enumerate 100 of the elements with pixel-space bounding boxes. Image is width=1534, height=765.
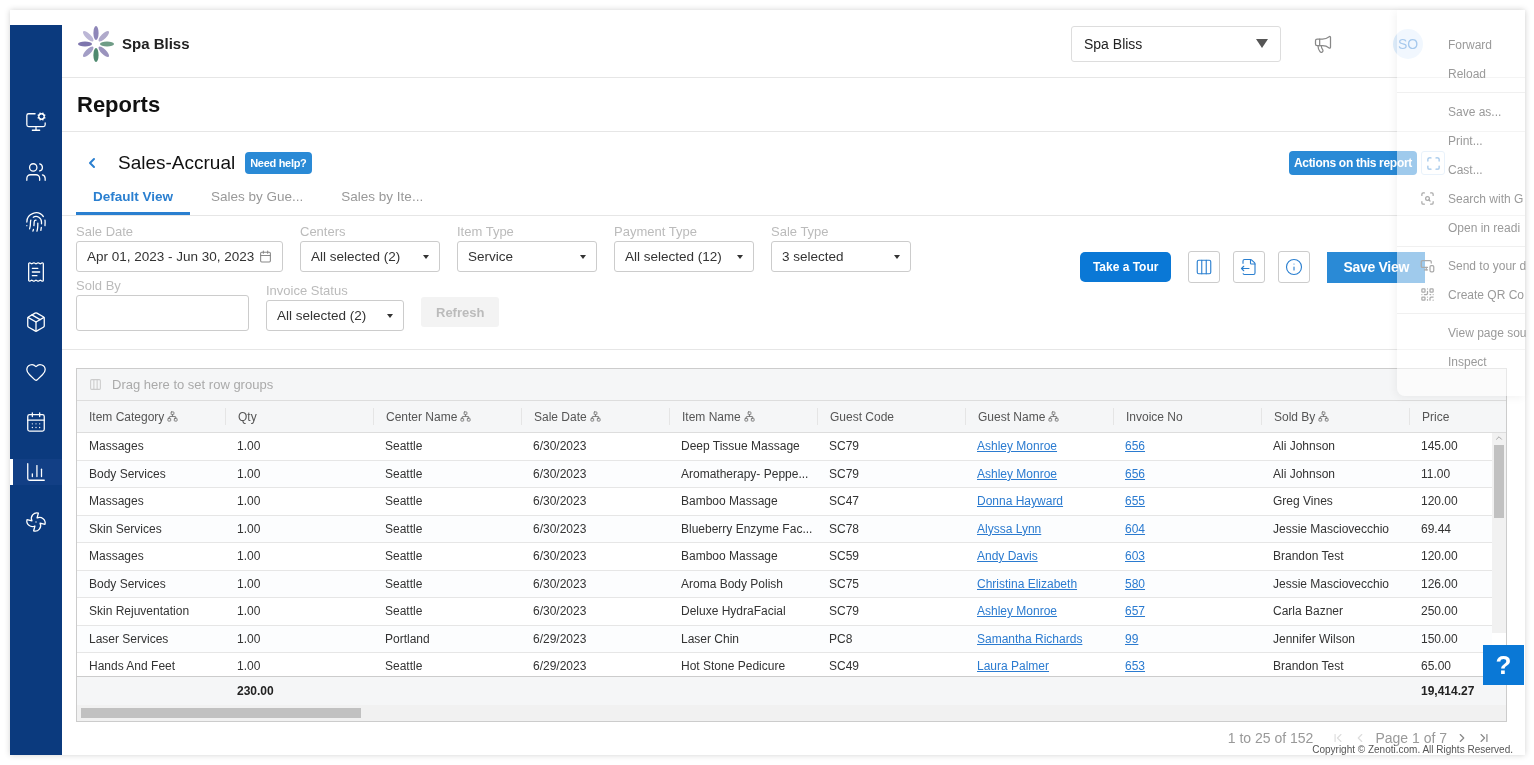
caret-icon (1256, 39, 1268, 48)
chart-nav-item[interactable] (10, 459, 62, 485)
table-link[interactable]: Ashley Monroe (977, 604, 1058, 619)
column-header[interactable]: Item Name (669, 408, 817, 425)
column-header[interactable]: Center Name (373, 408, 521, 425)
table-cell-text: Laser Services (88, 630, 170, 648)
table-link[interactable]: Laura Palmer (977, 659, 1050, 674)
devices-icon (1420, 258, 1435, 273)
help-button[interactable]: Need help? (245, 152, 312, 174)
help-button[interactable]: ? (1483, 645, 1524, 685)
table-cell-text: 6/29/2023 (532, 658, 588, 676)
table-cell-text: SC59 (828, 548, 861, 566)
info-button[interactable] (1278, 251, 1311, 283)
table-link[interactable]: 604 (1125, 521, 1146, 536)
center-select[interactable]: Spa Bliss (1071, 25, 1281, 62)
tour-button[interactable]: Take a Tour (1079, 252, 1172, 282)
table-link[interactable]: 99 (1125, 631, 1139, 646)
date-range-field[interactable]: Apr 01, 2023 - Jun 30, 2023 (76, 241, 283, 272)
table-cell-text: 1.00 (236, 548, 262, 566)
filter-label: Sale Date (76, 224, 135, 239)
table-cell-text: 120.00 (1420, 548, 1459, 566)
table-link[interactable]: Alyssa Lynn (977, 521, 1042, 536)
table-link[interactable]: 653 (1125, 659, 1146, 674)
horizontal-scrollbar[interactable] (77, 705, 1506, 721)
table-cell-text: Seattle (384, 465, 424, 483)
table-cell-text: Seattle (384, 520, 424, 538)
table-cell-text: Laser Chin (680, 630, 741, 648)
page-title: Reports (77, 91, 161, 118)
table-link[interactable]: 656 (1125, 466, 1146, 481)
menu-item[interactable]: Reload (1448, 66, 1487, 81)
table-cell-text: 6/30/2023 (532, 493, 588, 511)
menu-item[interactable]: Create QR Co (1448, 287, 1525, 302)
view-tab[interactable]: Sales by Ite... (324, 180, 441, 215)
table-cell-text: 6/30/2023 (532, 465, 588, 483)
menu-item[interactable]: View page sou (1448, 325, 1527, 340)
vertical-scrollbar[interactable] (1492, 433, 1506, 633)
columns-button[interactable] (1188, 251, 1221, 283)
column-header[interactable]: Guest Name (965, 408, 1113, 425)
caret-icon (894, 254, 900, 259)
menu-item[interactable]: Print... (1448, 133, 1483, 148)
table-link[interactable]: Ashley Monroe (977, 466, 1058, 481)
table-cell-text: Ali Johnson (1272, 438, 1337, 456)
view-tab[interactable]: Default View (76, 180, 191, 215)
menu-item[interactable]: Save as... (1448, 104, 1502, 119)
column-header[interactable]: Invoice No (1113, 408, 1261, 425)
caret-icon (423, 254, 429, 259)
filter-select[interactable]: Service (457, 241, 597, 272)
menu-item[interactable]: Inspect (1448, 354, 1487, 369)
table-cell-text: Jessie Masciovecchio (1272, 575, 1391, 593)
save-view-button[interactable]: Save View (1327, 251, 1425, 283)
column-header[interactable]: Sale Date (521, 408, 669, 425)
menu-item[interactable]: Forward (1448, 37, 1492, 52)
brand-name: Spa Bliss (122, 35, 190, 52)
view-tab[interactable]: Sales by Gue... (194, 180, 321, 215)
table-cell-text: Hands And Feet (88, 658, 177, 676)
table-cell-text: 6/29/2023 (532, 630, 588, 648)
column-header[interactable]: Guest Code (817, 408, 965, 425)
table-link[interactable]: Samantha Richards (977, 631, 1083, 646)
menu-item[interactable]: Cast... (1448, 162, 1483, 177)
table-link[interactable]: Donna Hayward (977, 494, 1064, 509)
table-cell-text: Seattle (384, 493, 424, 511)
filter-label: Sale Type (771, 224, 830, 239)
table-cell-text: Hot Stone Pedicure (680, 658, 787, 676)
table-link[interactable]: Ashley Monroe (977, 439, 1058, 454)
megaphone-icon[interactable] (1313, 33, 1333, 54)
last-page-icon[interactable] (1477, 731, 1491, 745)
column-header[interactable]: Sold By (1261, 408, 1409, 425)
table-cell-text: Seattle (384, 575, 424, 593)
menu-item[interactable]: Send to your d (1448, 258, 1527, 273)
filter-select[interactable]: All selected (2) (266, 300, 404, 331)
table-cell-text: Aromatherapy- Peppe... (680, 465, 810, 483)
menu-item[interactable]: Open in readi (1448, 220, 1521, 235)
filter-label: Item Type (457, 224, 515, 239)
table-cell-text: 1.00 (236, 465, 262, 483)
table-cell-text: 145.00 (1420, 438, 1459, 456)
actions-button[interactable]: Actions on this report (1288, 151, 1417, 175)
export-button[interactable] (1233, 251, 1266, 283)
filter-label: Payment Type (614, 224, 698, 239)
column-header[interactable]: Qty (225, 408, 373, 425)
list-icon (89, 378, 102, 391)
table-link[interactable]: 603 (1125, 549, 1146, 564)
table-cell-text: 1.00 (236, 630, 262, 648)
table-cell-text: Massages (88, 493, 145, 511)
table-link[interactable]: 580 (1125, 576, 1146, 591)
table-link[interactable]: 657 (1125, 604, 1146, 619)
menu-item[interactable]: Search with G (1448, 191, 1524, 206)
table-link[interactable]: 656 (1125, 439, 1146, 454)
filter-select[interactable]: All selected (12) (614, 241, 754, 272)
table-link[interactable]: 655 (1125, 494, 1146, 509)
filter-select[interactable]: All selected (2) (300, 241, 440, 272)
column-header[interactable]: Item Category (77, 408, 225, 425)
table-cell-text: 6/30/2023 (532, 603, 588, 621)
group-hint: Drag here to set row groups (112, 377, 274, 392)
table-link[interactable]: Christina Elizabeth (977, 576, 1078, 591)
column-header[interactable]: Price (1409, 408, 1492, 425)
filter-select[interactable]: 3 selected (771, 241, 911, 272)
table-link[interactable]: Andy Davis (977, 549, 1038, 564)
table-cell-text: 120.00 (1420, 493, 1459, 511)
table-cell-text: Skin Rejuventation (88, 603, 191, 621)
text-input[interactable] (76, 295, 249, 331)
